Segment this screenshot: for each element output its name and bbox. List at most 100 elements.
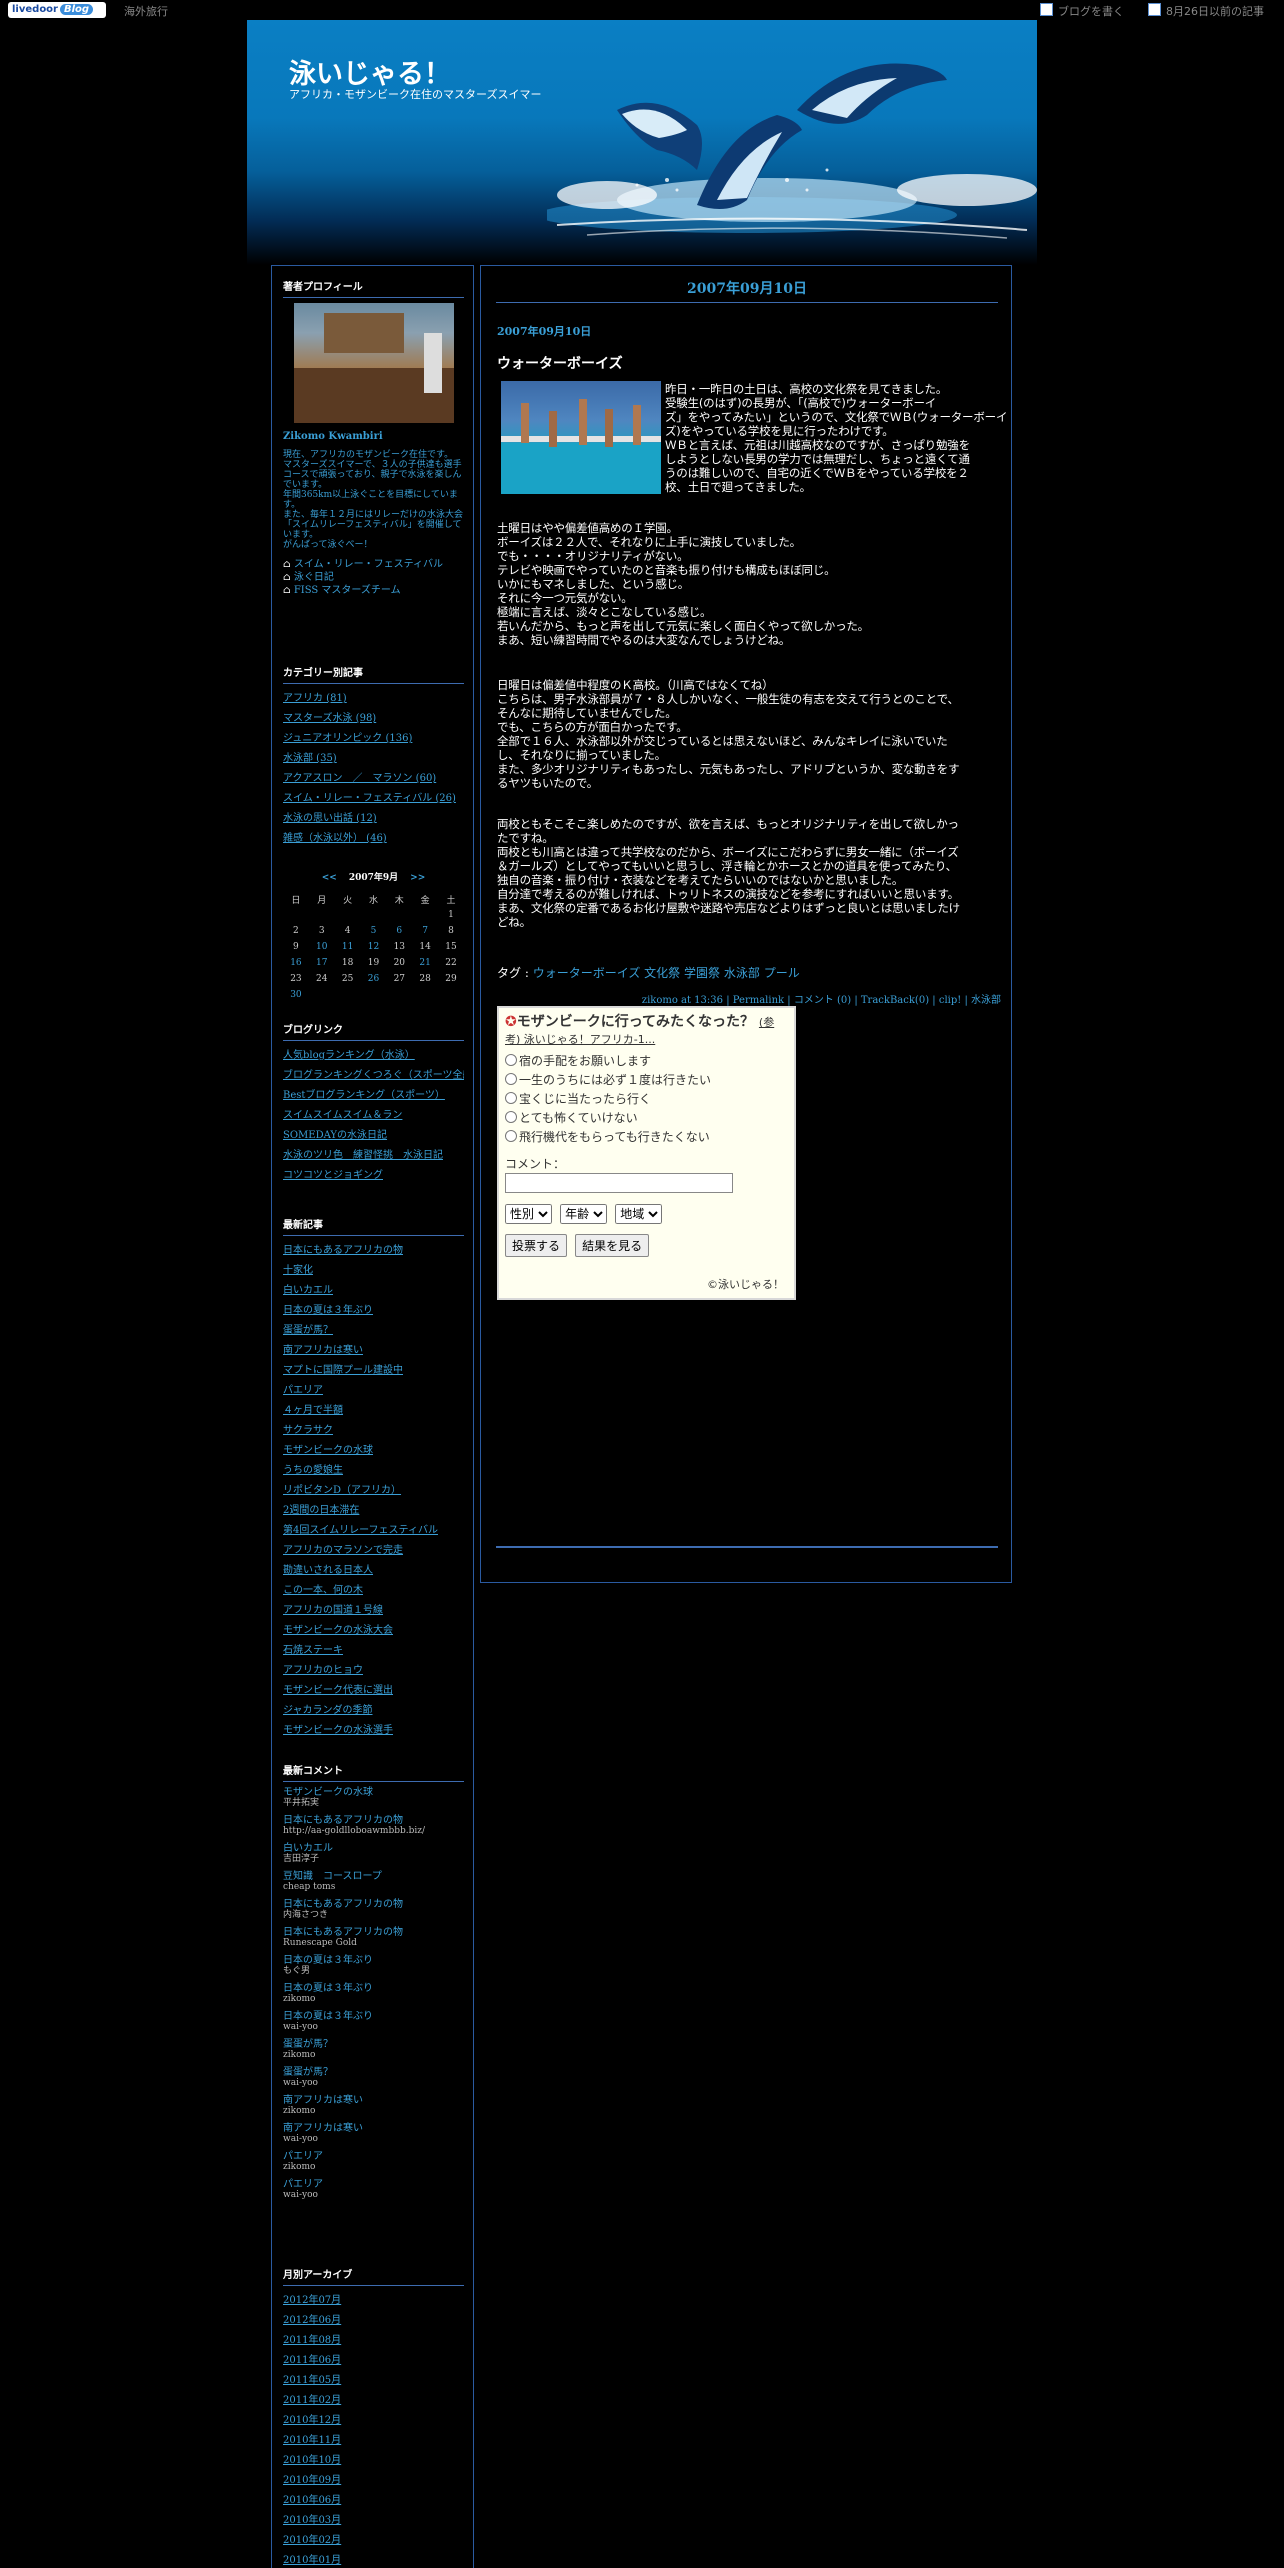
category-link[interactable]: 水泳部 [971,995,1001,1006]
calendar-day[interactable]: 30 [283,987,309,1003]
poll-radio[interactable] [505,1054,517,1066]
archive-link[interactable]: 2012年06月 [283,2311,464,2331]
tag-link[interactable]: プール [764,966,800,980]
tag-link[interactable]: 文化祭 [644,966,680,980]
archive-link[interactable]: 2011年08月 [283,2331,464,2351]
blog-link[interactable]: スイムスイムスイム＆ラン [283,1106,464,1126]
calendar-day-link[interactable]: 12 [368,942,379,952]
vote-button[interactable]: 投票する [505,1233,568,1257]
comment-post-link[interactable]: パエリア [283,2151,464,2162]
poll-radio[interactable] [505,1092,517,1104]
calendar-day[interactable]: 10 [309,939,335,955]
blog-link[interactable]: Bestブログランキング（スポーツ） [283,1086,464,1106]
calendar-day-link[interactable]: 26 [368,974,379,984]
poll-option[interactable]: とても怖くていけない [505,1109,788,1128]
recent-post-link[interactable]: モザンビーク代表に選出 [283,1681,464,1701]
category-link[interactable]: ジュニアオリンピック (136) [283,729,464,749]
poll-comment-input[interactable] [505,1172,733,1193]
profile-link[interactable]: 泳ぐ日記 [294,572,334,583]
comment-post-link[interactable]: 日本の夏は３年ぶり [283,1983,464,1994]
poll-radio[interactable] [505,1130,517,1142]
recent-post-link[interactable]: リポビタンD（アフリカ） [283,1481,464,1501]
calendar-day-link[interactable]: 11 [342,942,353,952]
recent-post-link[interactable]: マプトに国際プール建設中 [283,1361,464,1381]
recent-post-link[interactable]: 蛋蛋が馬？ [283,1321,464,1341]
past-posts-link[interactable]: 8月26日以前の記事 [1166,3,1264,19]
recent-post-link[interactable]: 石焼ステーキ [283,1641,464,1661]
permalink[interactable]: Permalink [733,995,784,1006]
recent-post-link[interactable]: この一本、何の木 [283,1581,464,1601]
comment-post-link[interactable]: 蛋蛋が馬？ [283,2039,464,2050]
comment-post-link[interactable]: 南アフリカは寒い [283,2095,464,2106]
profile-link[interactable]: FISS マスターズチーム [294,585,401,596]
archive-link[interactable]: 2010年02月 [283,2531,464,2551]
category-link[interactable]: 水泳の思い出話 (12) [283,809,464,829]
trackback-link[interactable]: TrackBack(0) [861,995,929,1006]
livedoor-blog-logo[interactable]: livedoor Blog [8,2,106,18]
tag-link[interactable]: 学園祭 [684,966,720,980]
write-blog-link[interactable]: ブログを書く [1058,3,1124,19]
poll-option[interactable]: 宿の手配をお願いします [505,1052,788,1071]
archive-link[interactable]: 2011年02月 [283,2391,464,2411]
recent-post-link[interactable]: ジャカランダの季節 [283,1701,464,1721]
calendar-day[interactable]: 5 [361,923,387,939]
archive-link[interactable]: 2010年03月 [283,2511,464,2531]
comment-post-link[interactable]: 日本の夏は３年ぶり [283,2011,464,2022]
calendar-day-link[interactable]: 17 [316,958,327,968]
category-link[interactable]: アフリカ (81) [283,689,464,709]
archive-link[interactable]: 2011年05月 [283,2371,464,2391]
calendar-day[interactable]: 16 [283,955,309,971]
blog-link[interactable]: SOMEDAYの水泳日記 [283,1126,464,1146]
recent-post-link[interactable]: ４ヶ月で半額 [283,1401,464,1421]
blog-link[interactable]: コツコツとジョギング [283,1166,464,1186]
category-link[interactable]: 海外旅行 [124,3,168,19]
recent-post-link[interactable]: サクラサク [283,1421,464,1441]
profile-link[interactable]: スイム・リレー・フェスティバル [294,559,443,570]
archive-link[interactable]: 2010年09月 [283,2471,464,2491]
blog-link[interactable]: ブログランキングくつろぐ（スポーツ全般） [283,1066,464,1086]
poll-option[interactable]: 一生のうちには必ず１度は行きたい [505,1071,788,1090]
results-button[interactable]: 結果を見る [575,1233,650,1257]
post-photo[interactable] [501,381,661,494]
comment-link[interactable]: コメント (0) [794,995,851,1006]
archive-link[interactable]: 2010年11月 [283,2431,464,2451]
calendar-day[interactable]: 12 [361,939,387,955]
calendar-next[interactable]: >> [410,873,425,883]
comment-post-link[interactable]: 南アフリカは寒い [283,2123,464,2134]
archive-link[interactable]: 2010年10月 [283,2451,464,2471]
calendar-day[interactable]: 11 [335,939,361,955]
age-select[interactable]: 年齢 [560,1203,608,1224]
poll-radio[interactable] [505,1111,517,1123]
calendar-day-link[interactable]: 16 [290,958,301,968]
recent-post-link[interactable]: 日本の夏は３年ぶり [283,1301,464,1321]
archive-link[interactable]: 2012年07月 [283,2291,464,2311]
poll-credit-link[interactable]: ©泳いじゃる！ [707,1278,784,1291]
category-link[interactable]: アクアスロン ／ マラソン (60) [283,769,464,789]
calendar-day-link[interactable]: 10 [316,942,327,952]
blog-link[interactable]: 水泳のツリ色 練習怪挑 水泳日記 [283,1146,464,1166]
calendar-day-link[interactable]: 6 [396,926,402,936]
category-link[interactable]: 雑感（水泳以外） (46) [283,829,464,849]
calendar-day-link[interactable]: 30 [290,990,301,1000]
calendar-day[interactable]: 17 [309,955,335,971]
poll-option[interactable]: 飛行機代をもらっても行きたくない [505,1128,788,1147]
gender-select[interactable]: 性別 [505,1203,552,1224]
clip-link[interactable]: clip! [939,995,961,1006]
region-select[interactable]: 地域 [615,1203,663,1224]
comment-post-link[interactable]: 日本の夏は３年ぶり [283,1955,464,1966]
calendar-day-link[interactable]: 7 [422,926,428,936]
recent-post-link[interactable]: 十家化 [283,1261,464,1281]
category-link[interactable]: マスターズ水泳 (98) [283,709,464,729]
archive-link[interactable]: 2011年06月 [283,2351,464,2371]
category-link[interactable]: スイム・リレー・フェスティバル (26) [283,789,464,809]
comment-post-link[interactable]: パエリア [283,2179,464,2190]
recent-post-link[interactable]: 2週間の日本滞在 [283,1501,464,1521]
recent-post-link[interactable]: アフリカのマラソンで完走 [283,1541,464,1561]
recent-post-link[interactable]: 日本にもあるアフリカの物 [283,1241,464,1261]
calendar-day[interactable]: 7 [412,923,438,939]
calendar-day[interactable]: 21 [412,955,438,971]
archive-link[interactable]: 2010年12月 [283,2411,464,2431]
poll-radio[interactable] [505,1073,517,1085]
recent-post-link[interactable]: うちの愛娘生 [283,1461,464,1481]
post-title[interactable]: ウォーターボーイズ [497,353,623,373]
